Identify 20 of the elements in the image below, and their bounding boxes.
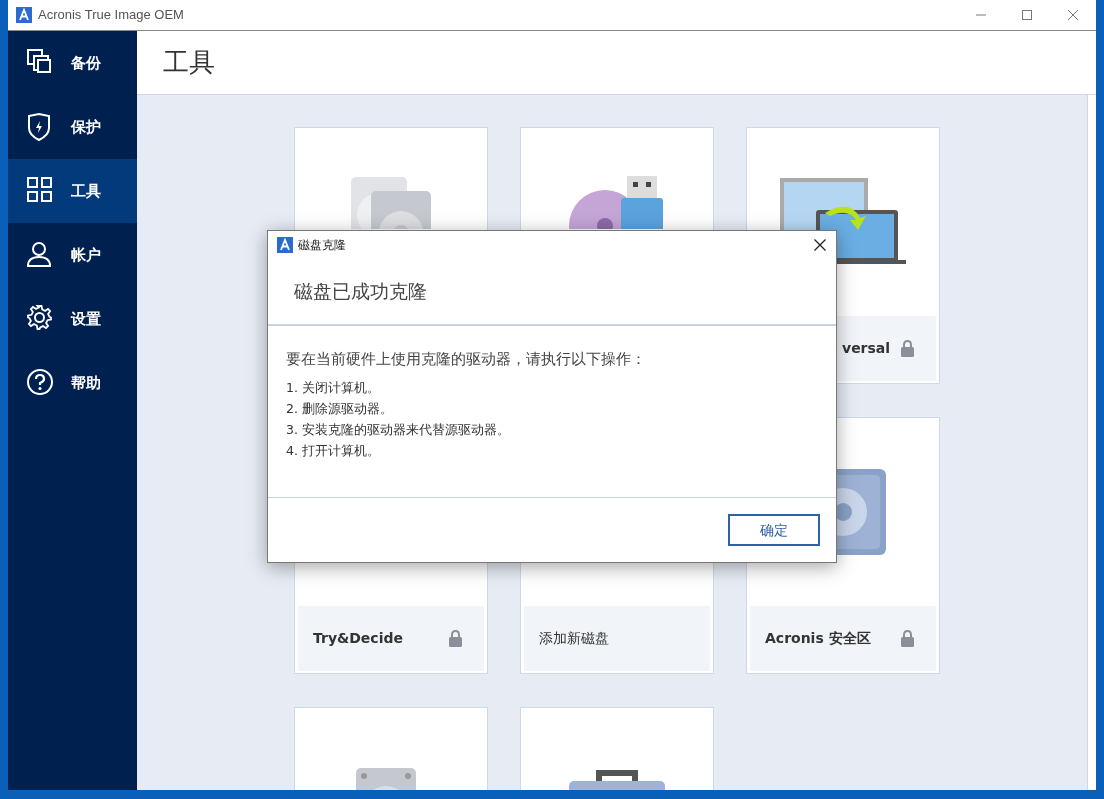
sidebar-item[interactable]: 保护 [8, 95, 137, 159]
step-text: 3. 安装克隆的驱动器来代替源驱动器。 [286, 420, 511, 439]
step-text: 1. 关闭计算机。 [286, 378, 381, 397]
sidebar-item[interactable]: 帐户 [8, 223, 137, 287]
step-text: 4. 打开计算机。 [286, 441, 381, 460]
ok-button[interactable]: 确定 [728, 514, 820, 546]
tool-card-title: 添加新磁盘 [539, 629, 609, 648]
instruction-text: 要在当前硬件上使用克隆的驱动器，请执行以下操作： [286, 349, 647, 370]
page-title: 工具 [163, 46, 215, 79]
sidebar-item[interactable]: 工具 [8, 159, 137, 223]
window-title: Acronis True Image OEM [38, 6, 184, 25]
step-text: 2. 删除源驱动器。 [286, 399, 394, 418]
dialog-title: 磁盘克隆 [298, 237, 346, 254]
sidebar-item[interactable]: 备份 [8, 31, 137, 95]
dialog-heading: 磁盘已成功克隆 [294, 279, 427, 305]
tool-card-title: Acronis 安全区 [765, 629, 871, 648]
tool-card-title: Try&Decide [313, 629, 403, 648]
sidebar-item[interactable]: 设置 [8, 287, 137, 351]
sidebar-item[interactable]: 帮助 [8, 351, 137, 415]
tool-card-title: versal [842, 339, 891, 358]
